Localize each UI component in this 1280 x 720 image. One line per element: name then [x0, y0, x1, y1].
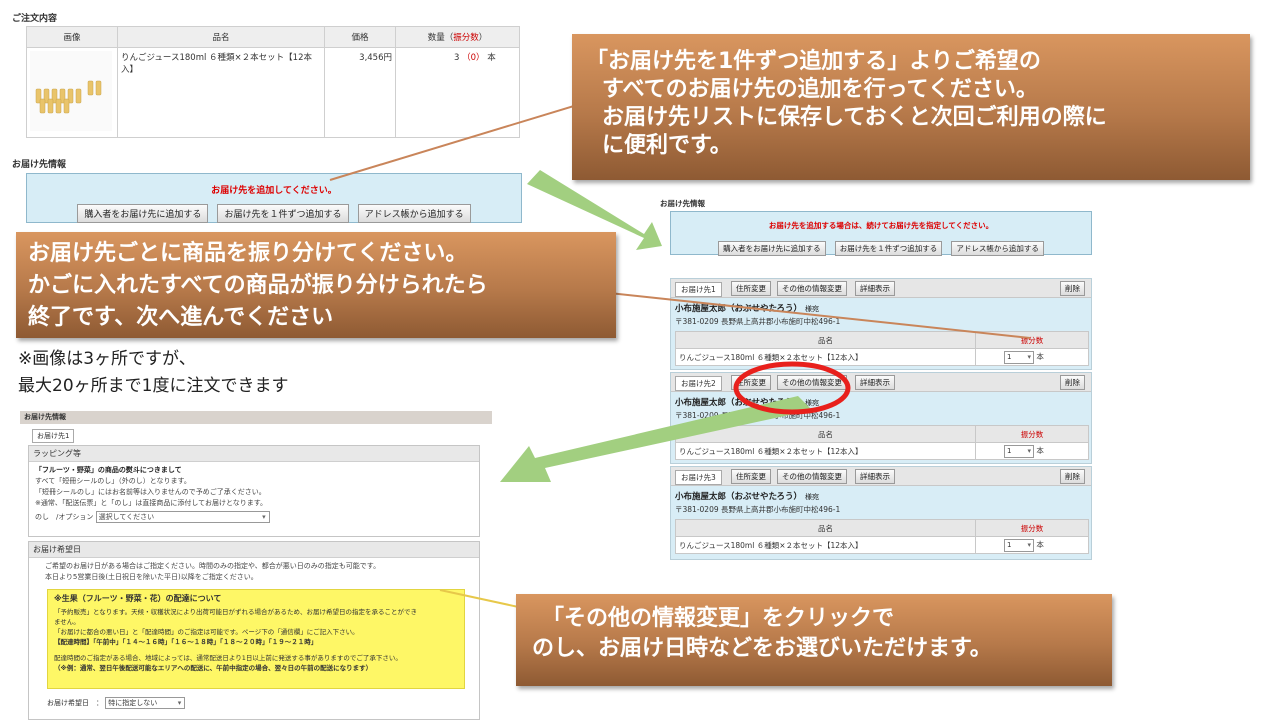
connector-line [599, 291, 1031, 339]
callout-add-destination: 「お届け先を1件ずつ追加する」よりご希望の すべてのお届け先の追加を行ってくださ… [572, 34, 1250, 180]
callout-allocate-items: お届け先ごとに商品を振り分けてください。 かごに入れたすべての商品が振り分けられ… [16, 232, 616, 338]
callout-other-info: 「その他の情報変更」をクリックで のし、お届け日時などをお選びいただけます。 [516, 594, 1112, 686]
note-text: ※画像は3ヶ所ですが、 最大20ヶ所まで1度に注文できます [18, 349, 289, 396]
